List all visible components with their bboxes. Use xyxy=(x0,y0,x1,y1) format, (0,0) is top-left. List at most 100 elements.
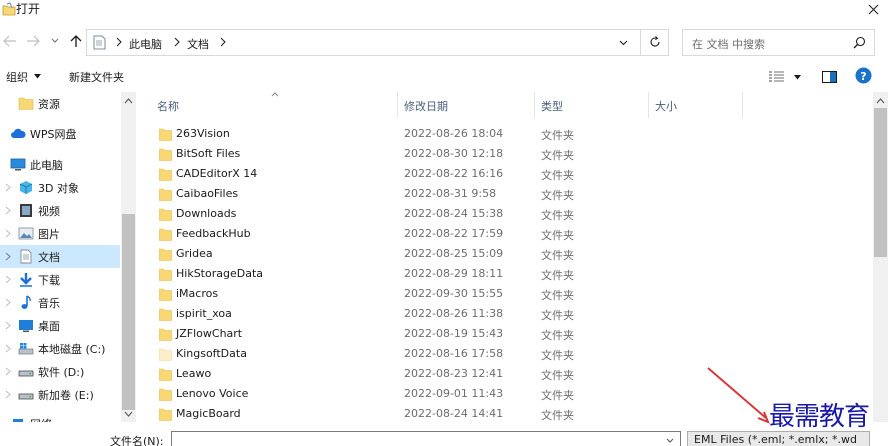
column-header-date[interactable]: 修改日期 xyxy=(404,98,448,122)
sidebar-item-drive-e[interactable]: 新加卷 (E:) xyxy=(0,383,120,406)
expand-chevron-icon[interactable] xyxy=(5,206,11,215)
file-list-row[interactable]: ispirit_xoa 2022-08-26 11:38 文件夹 xyxy=(141,304,873,324)
file-list-row[interactable]: iMacros 2022-09-30 15:55 文件夹 xyxy=(141,284,873,304)
file-type-filter[interactable]: EML Files (*.eml; *.emlx; *.wd xyxy=(687,431,870,446)
column-header-size[interactable]: 大小 xyxy=(655,98,677,122)
sidebar-item-music[interactable]: 音乐 xyxy=(0,291,120,314)
filename-row: 文件名(N): EML Files (*.eml; *.emlx; *.wd xyxy=(0,428,890,446)
preview-pane-icon xyxy=(822,71,837,83)
file-list-row[interactable]: 263Vision 2022-08-26 18:04 文件夹 xyxy=(141,124,873,144)
sidebar-item-wps-cloud[interactable]: WPS网盘 xyxy=(0,122,120,145)
music-icon xyxy=(21,295,31,309)
filename-field[interactable] xyxy=(171,431,681,446)
caret-down-icon xyxy=(34,74,41,79)
sidebar-item-videos[interactable]: 视频 xyxy=(0,199,120,222)
sidebar-item-this-pc[interactable]: 此电脑 xyxy=(0,153,120,176)
expand-chevron-icon[interactable] xyxy=(5,229,11,238)
file-list-row[interactable]: JZFlowChart 2022-08-19 15:43 文件夹 xyxy=(141,324,873,344)
filename-label: 文件名(N): xyxy=(110,435,164,446)
file-list-row[interactable]: HikStorageData 2022-08-29 18:11 文件夹 xyxy=(141,264,873,284)
file-type: 文件夹 xyxy=(541,309,574,322)
file-modified-date: 2022-08-24 14:41 xyxy=(404,407,504,420)
column-divider[interactable] xyxy=(397,92,398,118)
file-modified-date: 2022-08-26 11:38 xyxy=(404,307,504,320)
file-list-row[interactable]: FeedbackHub 2022-08-22 17:59 文件夹 xyxy=(141,224,873,244)
download-icon xyxy=(20,273,32,287)
sidebar-item-drive-d[interactable]: 软件 (D:) xyxy=(0,360,120,383)
search-box[interactable]: 在 文档 中搜索 xyxy=(682,29,875,56)
column-header-name[interactable]: 名称 xyxy=(157,98,179,122)
file-type: 文件夹 xyxy=(541,389,574,402)
scroll-up-icon[interactable] xyxy=(124,97,133,105)
file-modified-date: 2022-08-30 12:18 xyxy=(404,147,504,160)
search-icon[interactable] xyxy=(853,36,866,49)
breadcrumb-this-pc[interactable]: 此电脑 xyxy=(129,36,162,52)
address-bar[interactable]: 此电脑 文档 xyxy=(86,29,669,56)
column-divider[interactable] xyxy=(534,92,535,118)
help-button[interactable]: ? xyxy=(855,67,873,85)
sidebar-scroll-thumb[interactable] xyxy=(122,214,135,410)
file-list-row[interactable]: BitSoft Files 2022-08-30 12:18 文件夹 xyxy=(141,144,873,164)
file-modified-date: 2022-08-16 17:58 xyxy=(404,347,504,360)
scroll-down-icon[interactable] xyxy=(124,410,133,418)
sidebar-item-downloads[interactable]: 下载 xyxy=(0,268,120,291)
folder-icon xyxy=(159,188,172,201)
file-name: FeedbackHub xyxy=(176,227,251,240)
refresh-button[interactable] xyxy=(641,30,669,55)
chevron-down-icon xyxy=(51,38,59,43)
file-list-row[interactable]: Downloads 2022-08-24 15:38 文件夹 xyxy=(141,204,873,224)
new-folder-button[interactable]: 新建文件夹 xyxy=(69,69,124,85)
file-list-row[interactable]: CADEditorX 14 2022-08-22 16:16 文件夹 xyxy=(141,164,873,184)
file-name: Downloads xyxy=(176,207,237,220)
file-list-scroll-thumb[interactable] xyxy=(874,108,887,257)
expand-chevron-icon[interactable] xyxy=(5,344,11,353)
column-divider[interactable] xyxy=(648,92,649,118)
sidebar-item-documents[interactable]: 文档 xyxy=(0,245,120,268)
address-dropdown-button[interactable] xyxy=(609,30,639,55)
sidebar-item-pictures[interactable]: 图片 xyxy=(0,222,120,245)
preview-pane-button[interactable] xyxy=(822,69,838,85)
sidebar-item-drive-c[interactable]: 本地磁盘 (C:) xyxy=(0,337,120,360)
folder-icon xyxy=(159,348,172,361)
expand-chevron-icon[interactable] xyxy=(5,390,11,399)
caret-down-icon xyxy=(794,75,801,80)
breadcrumb-documents[interactable]: 文档 xyxy=(187,36,209,52)
expand-chevron-icon[interactable] xyxy=(5,367,11,376)
organize-button[interactable]: 组织 xyxy=(6,69,28,85)
expand-chevron-icon[interactable] xyxy=(5,252,11,261)
view-options-button[interactable] xyxy=(769,69,805,85)
file-name: Leawo xyxy=(176,367,212,380)
folder-icon xyxy=(159,388,172,401)
file-list-row[interactable]: Gridea 2022-08-25 15:09 文件夹 xyxy=(141,244,873,264)
annotation-arrow xyxy=(707,367,770,424)
back-button[interactable] xyxy=(2,34,18,48)
title-bar: 打开 xyxy=(0,0,890,22)
file-type: 文件夹 xyxy=(541,329,574,342)
up-button[interactable] xyxy=(68,34,84,48)
sidebar-item-3d-objects[interactable]: 3D 对象 xyxy=(0,176,120,199)
sidebar-item-label: 桌面 xyxy=(38,320,60,333)
close-button[interactable] xyxy=(856,0,890,18)
expand-chevron-icon[interactable] xyxy=(5,298,11,307)
computer-icon xyxy=(10,158,26,171)
file-type: 文件夹 xyxy=(541,349,574,362)
scroll-up-icon[interactable] xyxy=(876,97,885,105)
filename-input[interactable] xyxy=(172,432,652,446)
column-header-type[interactable]: 类型 xyxy=(541,98,563,122)
chevron-down-icon[interactable] xyxy=(666,438,674,443)
recent-locations-button[interactable] xyxy=(50,34,60,48)
sidebar-item-label: 下载 xyxy=(38,274,60,287)
expand-chevron-icon[interactable] xyxy=(5,321,11,330)
sidebar-item-resources[interactable]: 资源 xyxy=(0,92,120,115)
sidebar-item-network[interactable]: 网络 xyxy=(0,412,120,422)
chevron-down-icon xyxy=(619,40,628,46)
forward-button[interactable] xyxy=(25,34,41,48)
drive-icon xyxy=(18,370,34,377)
column-divider[interactable] xyxy=(742,92,743,118)
file-list-row[interactable]: CaibaoFiles 2022-08-31 9:58 文件夹 xyxy=(141,184,873,204)
navigation-pane: 资源 WPS网盘 此电脑 3D 对象 视频 图片 文档 下载 音乐 桌面 本地磁… xyxy=(0,92,136,422)
sidebar-item-desktop[interactable]: 桌面 xyxy=(0,314,120,337)
file-type-filter-label: EML Files (*.eml; *.emlx; *.wd xyxy=(694,433,857,446)
expand-chevron-icon[interactable] xyxy=(5,183,11,192)
expand-chevron-icon[interactable] xyxy=(5,275,11,284)
